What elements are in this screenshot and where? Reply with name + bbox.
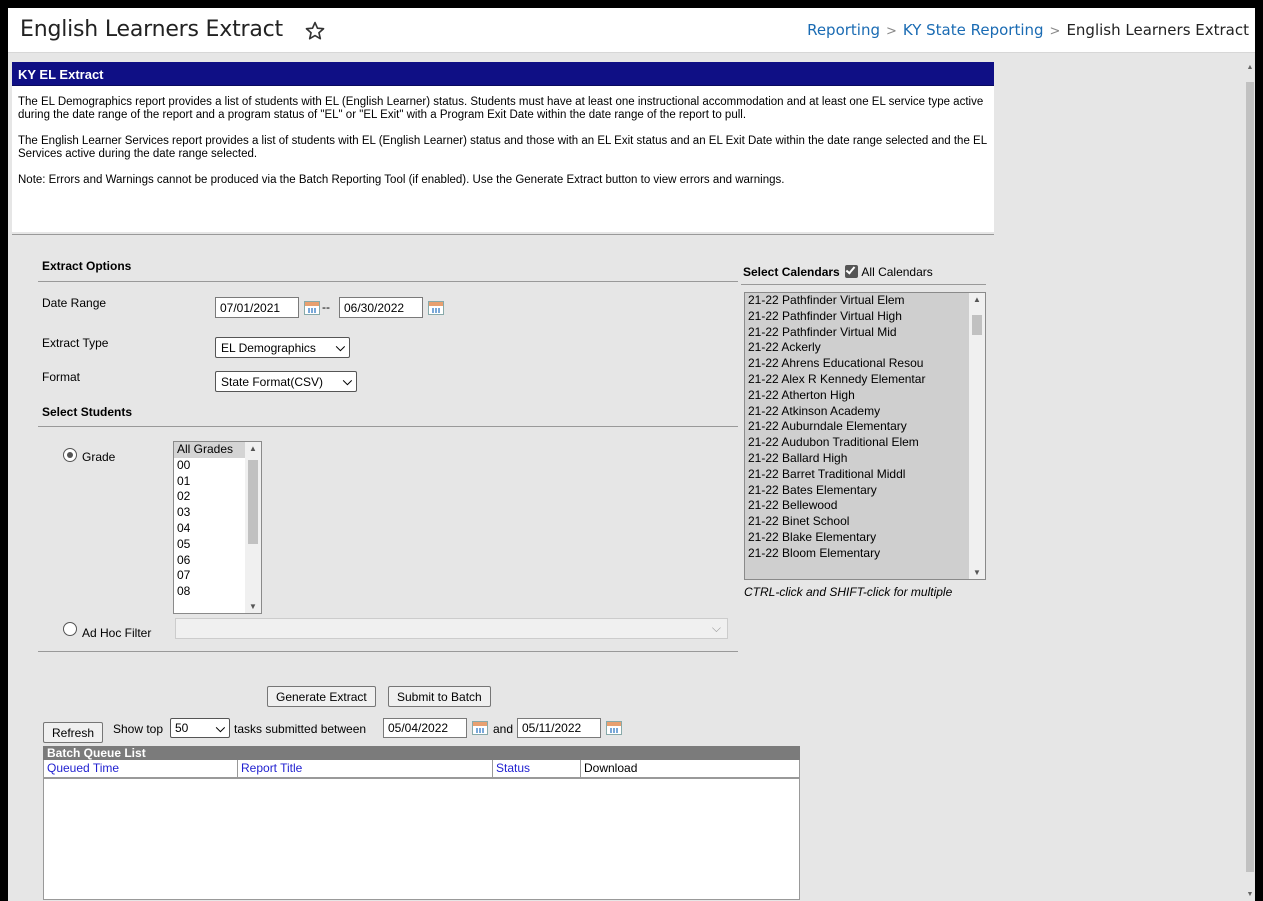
chevron-up-icon[interactable]: ▲ xyxy=(245,444,261,453)
description-services: The English Learner Services report prov… xyxy=(18,135,987,160)
extract-options-title: Extract Options xyxy=(42,259,132,273)
date-range-label: Date Range xyxy=(42,296,107,310)
extract-type-value: EL Demographics xyxy=(221,341,316,355)
page-scrollbar[interactable]: ▲ ▼ xyxy=(1245,54,1255,901)
breadcrumb-current: English Learners Extract xyxy=(1066,21,1249,39)
multi-select-hint: CTRL-click and SHIFT-click for multiple xyxy=(744,585,953,599)
chevron-down-icon: ⌵ xyxy=(215,721,225,735)
chevron-up-icon[interactable]: ▲ xyxy=(1246,64,1254,72)
show-top-label: Show top xyxy=(113,722,164,736)
calendar-option[interactable]: 21-22 Auburndale Elementary xyxy=(745,419,985,435)
extract-type-select[interactable]: EL Demographics ⌵ xyxy=(215,337,350,358)
all-calendars-label: All Calendars xyxy=(861,265,933,279)
scrollbar[interactable]: ▲ ▼ xyxy=(969,293,985,579)
calendar-icon[interactable] xyxy=(606,721,622,735)
format-label: Format xyxy=(42,370,81,384)
divider xyxy=(38,426,738,427)
chevron-down-icon[interactable]: ▼ xyxy=(1246,891,1254,899)
calendar-option[interactable]: 21-22 Pathfinder Virtual High xyxy=(745,309,985,325)
tasks-between-label: tasks submitted between xyxy=(234,722,367,736)
select-calendars-title: Select Calendars All Calendars xyxy=(743,264,933,279)
panel-title: KY EL Extract xyxy=(12,62,994,86)
chevron-down-icon: ⌵ xyxy=(711,621,721,635)
chevron-right-icon: > xyxy=(886,24,897,39)
divider xyxy=(12,234,994,235)
column-queued-time[interactable]: Queued Time xyxy=(44,760,238,777)
grade-listbox[interactable]: All Grades 00 01 02 03 04 05 06 07 08 ▲ ▼ xyxy=(173,441,262,614)
calendar-option[interactable]: 21-22 Bloom Elementary xyxy=(745,546,985,562)
refresh-button[interactable]: Refresh xyxy=(43,722,104,743)
calendar-option[interactable]: 21-22 Barret Traditional Middl xyxy=(745,467,985,483)
select-students-title: Select Students xyxy=(42,405,133,419)
calendar-option[interactable]: 21-22 Ahrens Educational Resou xyxy=(745,356,985,372)
breadcrumb: Reporting > KY State Reporting > English Lea… xyxy=(807,21,1249,39)
ad-hoc-filter-radio[interactable] xyxy=(63,622,77,636)
calendar-option[interactable]: 21-22 Atherton High xyxy=(745,388,985,404)
format-value: State Format(CSV) xyxy=(221,375,324,389)
batch-from-date-input[interactable]: 05/04/2022 xyxy=(383,718,467,738)
divider xyxy=(741,284,986,285)
batch-queue-header-row: Queued Time Report Title Status Download xyxy=(43,760,800,778)
column-download: Download xyxy=(584,761,638,775)
submit-to-batch-button[interactable]: Submit to Batch xyxy=(388,686,491,707)
start-date-input[interactable]: 07/01/2021 xyxy=(215,297,299,318)
batch-queue-list xyxy=(43,778,800,900)
all-calendars-checkbox[interactable] xyxy=(845,264,859,278)
calendar-option[interactable]: 21-22 Bates Elementary xyxy=(745,483,985,499)
chevron-right-icon: > xyxy=(1049,24,1061,39)
column-status[interactable]: Status xyxy=(493,760,581,777)
divider xyxy=(38,281,738,282)
scrollbar[interactable]: ▲ ▼ xyxy=(245,442,261,613)
show-top-value: 50 xyxy=(175,721,189,735)
chevron-down-icon: ⌵ xyxy=(335,340,345,354)
extract-type-label: Extract Type xyxy=(42,336,109,350)
chevron-down-icon[interactable]: ▼ xyxy=(969,568,985,577)
description-note: Note: Errors and Warnings cannot be prod… xyxy=(18,174,785,186)
calendar-option[interactable]: 21-22 Atkinson Academy xyxy=(745,404,985,420)
calendar-option[interactable]: 21-22 Binet School xyxy=(745,514,985,530)
calendar-icon[interactable] xyxy=(304,301,320,315)
chevron-down-icon[interactable]: ▼ xyxy=(245,602,261,611)
and-label: and xyxy=(493,722,514,736)
divider xyxy=(38,651,738,652)
chevron-down-icon: ⌵ xyxy=(342,374,352,388)
breadcrumb-reporting[interactable]: Reporting xyxy=(807,21,880,39)
calendar-option[interactable]: 21-22 Ackerly xyxy=(745,340,985,356)
calendar-listbox[interactable]: 21-22 Pathfinder Virtual Elem 21-22 Pathf… xyxy=(744,292,986,580)
batch-queue-title: Batch Queue List xyxy=(43,746,800,760)
calendar-option[interactable]: 21-22 Alex R Kennedy Elementar xyxy=(745,372,985,388)
ad-hoc-filter-label: Ad Hoc Filter xyxy=(82,626,152,640)
breadcrumb-ky-state-reporting[interactable]: KY State Reporting xyxy=(903,21,1044,39)
scrollbar-thumb[interactable] xyxy=(248,460,258,544)
calendar-option[interactable]: 21-22 Ballard High xyxy=(745,451,985,467)
description: The EL Demographics report provides a li… xyxy=(12,86,994,232)
chevron-up-icon[interactable]: ▲ xyxy=(969,295,985,304)
grade-radio[interactable] xyxy=(63,448,77,462)
batch-to-date-input[interactable]: 05/11/2022 xyxy=(517,718,601,738)
calendar-icon[interactable] xyxy=(472,721,488,735)
ad-hoc-filter-select[interactable]: ⌵ xyxy=(175,618,728,639)
calendar-option[interactable]: 21-22 Pathfinder Virtual Mid xyxy=(745,325,985,341)
grade-label: Grade xyxy=(82,450,116,464)
calendar-option[interactable]: 21-22 Bellewood xyxy=(745,498,985,514)
calendar-option[interactable]: 21-22 Blake Elementary xyxy=(745,530,985,546)
end-date-input[interactable]: 06/30/2022 xyxy=(339,297,423,318)
scrollbar-thumb[interactable] xyxy=(1246,82,1254,872)
generate-extract-button[interactable]: Generate Extract xyxy=(267,686,376,707)
calendar-option[interactable]: 21-22 Audubon Traditional Elem xyxy=(745,435,985,451)
show-top-select[interactable]: 50 ⌵ xyxy=(170,718,230,738)
content-area: KY EL Extract The EL Demographics report… xyxy=(8,54,1245,901)
scrollbar-thumb[interactable] xyxy=(972,315,982,335)
column-report-title[interactable]: Report Title xyxy=(238,760,493,777)
date-range-separator: -- xyxy=(322,300,330,314)
page-header: English Learners Extract Reporting > KY St… xyxy=(8,8,1255,53)
star-icon[interactable] xyxy=(304,20,326,42)
page-title: English Learners Extract xyxy=(20,17,283,42)
calendar-icon[interactable] xyxy=(428,301,444,315)
description-demographics: The EL Demographics report provides a li… xyxy=(18,96,984,121)
calendar-option[interactable]: 21-22 Pathfinder Virtual Elem xyxy=(745,293,985,309)
format-select[interactable]: State Format(CSV) ⌵ xyxy=(215,371,357,392)
